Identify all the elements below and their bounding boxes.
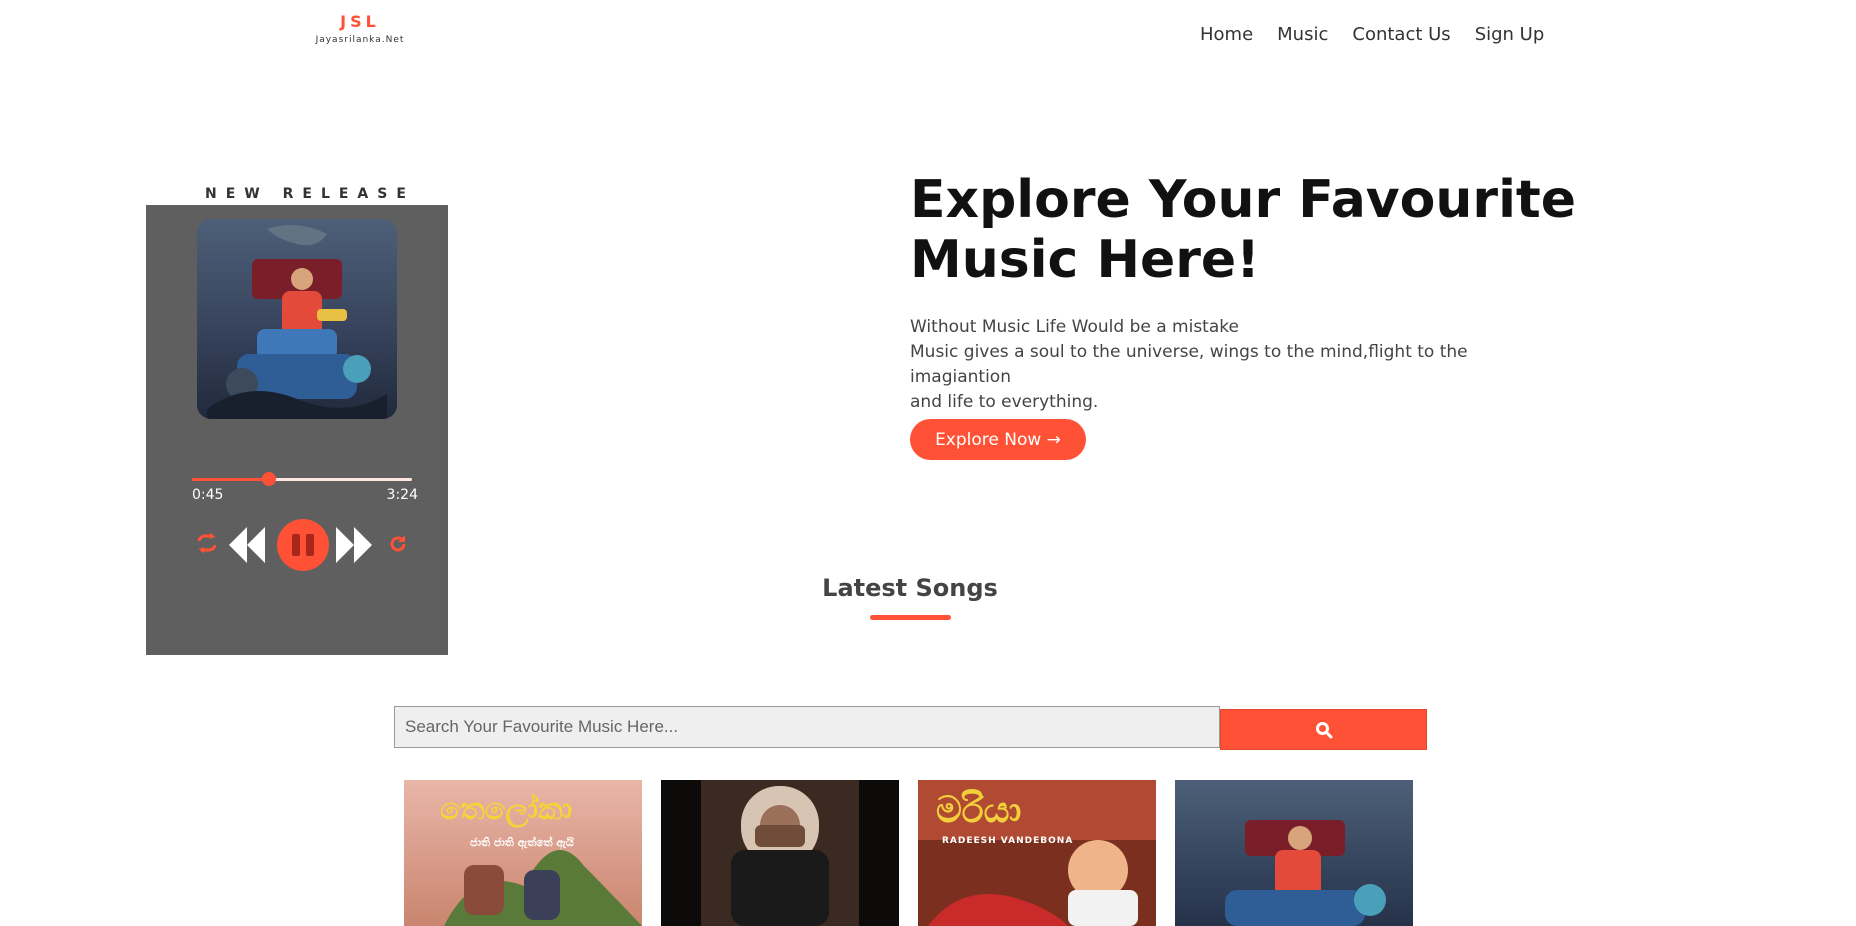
logo-subtitle: Jayasrilanka.Net	[315, 35, 405, 45]
nav-music[interactable]: Music	[1277, 24, 1328, 45]
search-button[interactable]	[1220, 709, 1427, 750]
progress-bar[interactable]	[192, 472, 412, 486]
song-title: තෙලෝකා	[440, 792, 573, 827]
nav-home[interactable]: Home	[1200, 24, 1253, 45]
hero-description: Without Music Life Would be a mistake Mu…	[910, 315, 1550, 415]
search-icon	[1315, 721, 1332, 738]
site-logo[interactable]: JSL Jayasrilanka.Net	[300, 12, 420, 45]
hero-text-line3: and life to everything.	[910, 392, 1099, 412]
pause-icon	[292, 534, 300, 556]
song-card[interactable]	[1175, 780, 1413, 926]
hero-text-line1: Without Music Life Would be a mistake	[910, 317, 1239, 337]
song-card[interactable]: තෙලෝකා ජාති ජාති ඇත්තේ ඇයි	[404, 780, 642, 926]
hero-title: Explore Your Favourite Music Here!	[910, 170, 1610, 290]
song-card[interactable]: මරියා RADEESH VANDEBONA	[918, 780, 1156, 926]
album-art	[197, 219, 397, 419]
search-input[interactable]	[394, 706, 1220, 748]
reload-icon[interactable]	[388, 534, 408, 558]
explore-now-button[interactable]: Explore Now →	[910, 419, 1086, 460]
progress-fill	[192, 478, 269, 481]
pause-button[interactable]	[277, 519, 329, 575]
main-nav: Home Music Contact Us Sign Up	[1200, 24, 1544, 45]
hero-text-line2: Music gives a soul to the universe, wing…	[910, 342, 1468, 387]
song-title: මරියා	[936, 790, 1022, 831]
nav-sign-up[interactable]: Sign Up	[1475, 24, 1545, 45]
logo-title: JSL	[340, 12, 380, 31]
song-subtitle: RADEESH VANDEBONA	[942, 836, 1074, 846]
previous-icon[interactable]	[227, 525, 267, 569]
duration: 3:24	[386, 487, 418, 503]
progress-handle[interactable]	[262, 472, 276, 486]
next-icon[interactable]	[334, 525, 374, 569]
nav-contact-us[interactable]: Contact Us	[1352, 24, 1450, 45]
music-player: 0:45 3:24	[146, 205, 448, 655]
title-underline	[870, 615, 951, 620]
current-time: 0:45	[192, 487, 224, 503]
song-subtitle: ජාති ජාති ඇත්තේ ඇයි	[470, 836, 574, 849]
hero-title-line2: Music Here!	[910, 230, 1260, 290]
latest-songs-title: Latest Songs	[822, 574, 998, 602]
player-controls	[192, 517, 412, 573]
new-release-heading: NEW RELEASE	[205, 186, 415, 202]
hero-title-line1: Explore Your Favourite	[910, 170, 1577, 230]
song-card[interactable]	[661, 780, 899, 926]
repeat-icon[interactable]	[196, 532, 218, 557]
